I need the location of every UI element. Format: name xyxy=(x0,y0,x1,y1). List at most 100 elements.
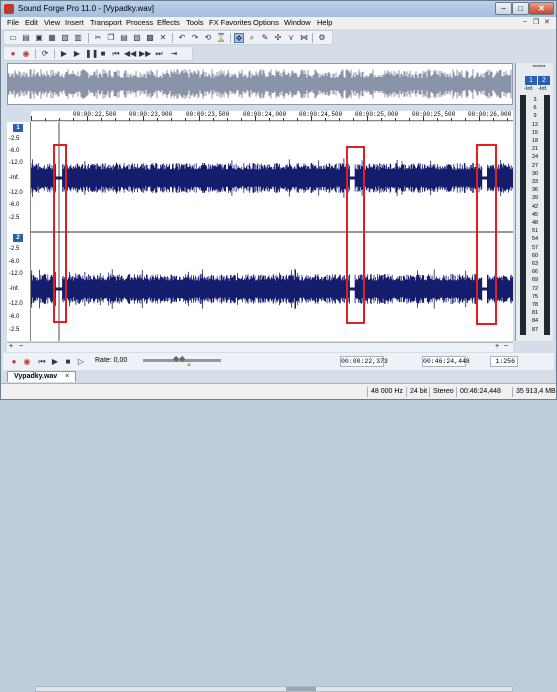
menu-tools[interactable]: Tools xyxy=(186,18,204,27)
stop-icon[interactable]: ■ xyxy=(63,357,73,367)
paste-icon[interactable]: ▤ xyxy=(119,33,129,43)
snap-icon[interactable]: ⋈ xyxy=(299,33,309,43)
rewind-icon[interactable]: ◀◀ xyxy=(124,49,136,59)
meter-scale-label: 69 xyxy=(531,277,539,284)
mdi-minimize-button[interactable]: – xyxy=(523,18,527,25)
meter-scale-label: 54 xyxy=(531,236,539,243)
go-to-start-icon[interactable]: ⏮ xyxy=(37,357,47,367)
scrollbar-thumb[interactable] xyxy=(286,687,316,691)
open-file-icon[interactable]: ▤ xyxy=(21,33,31,43)
forward-icon[interactable]: ▶▶ xyxy=(139,49,151,59)
meter-channel-1-button[interactable]: 1 xyxy=(525,76,537,85)
arm-record-icon[interactable]: ◉ xyxy=(21,49,31,59)
record-icon[interactable]: ● xyxy=(9,357,19,367)
toolbar-separator xyxy=(172,33,173,43)
loop-icon[interactable]: ⟳ xyxy=(40,49,50,59)
ruler-label: 00:00:23,500 xyxy=(186,111,230,118)
menu-process[interactable]: Process xyxy=(126,18,153,27)
pause-icon[interactable]: ❚❚ xyxy=(85,49,98,59)
close-window-button[interactable]: ✕ xyxy=(529,2,554,15)
channel-2-badge[interactable]: 2 xyxy=(13,234,23,242)
scale-label: -12.0 xyxy=(9,301,23,307)
play-all-icon[interactable]: ▶ xyxy=(59,49,69,59)
window-title: Sound Forge Pro 11.0 - [Vypadky.wav] xyxy=(18,4,154,13)
peak-left: -Inf. xyxy=(524,86,534,92)
ruler-label: 00:00:24,000 xyxy=(243,111,287,118)
cursor-position-field[interactable]: 00:00:22,373 xyxy=(340,356,388,367)
settings-icon[interactable]: ⚙ xyxy=(317,33,327,43)
magnify-tool-icon[interactable]: ⌕ xyxy=(247,33,257,43)
dropout-highlight-box xyxy=(476,144,497,325)
save-icon[interactable]: ▣ xyxy=(34,33,44,43)
cut-icon[interactable]: ✂ xyxy=(93,33,103,43)
mdi-restore-button[interactable]: ❐ xyxy=(533,18,539,26)
zoom-in-icon[interactable]: + xyxy=(9,343,13,350)
ruler-tick xyxy=(45,118,46,121)
menu-options[interactable]: Options xyxy=(253,18,279,27)
play-icon[interactable]: ▶ xyxy=(50,357,60,367)
undo-icon[interactable]: ↶ xyxy=(177,33,187,43)
new-file-icon[interactable]: ▭ xyxy=(8,33,18,43)
rate-slider-handle-icon[interactable]: ◆◆ xyxy=(173,354,185,363)
horizontal-scrollbar[interactable] xyxy=(35,686,513,692)
zoom-out-right-icon[interactable]: − xyxy=(504,343,508,350)
menu-window[interactable]: Window xyxy=(284,18,311,27)
save-as-icon[interactable]: ▦ xyxy=(47,33,57,43)
menu-insert[interactable]: Insert xyxy=(65,18,84,27)
arm-icon[interactable]: ◉ xyxy=(22,357,32,367)
trim-icon[interactable]: ▩ xyxy=(145,33,155,43)
menu-edit[interactable]: Edit xyxy=(25,18,38,27)
meter-scale-label: 57 xyxy=(531,244,539,251)
mix-icon[interactable]: ▨ xyxy=(132,33,142,43)
event-tool-icon[interactable]: ✣ xyxy=(273,33,283,43)
go-to-start-icon[interactable]: ⏮ xyxy=(111,49,121,59)
menu-help[interactable]: Help xyxy=(317,18,332,27)
scale-label: -12.0 xyxy=(9,190,23,196)
zoom-ratio-field[interactable]: 1:256 xyxy=(490,356,518,367)
play-icon[interactable]: ▶ xyxy=(72,49,82,59)
ruler-tick xyxy=(465,118,466,121)
tab-vypadky[interactable]: Vypadky.wav × xyxy=(7,371,77,382)
zoom-in-right-icon[interactable]: + xyxy=(495,343,499,350)
maximize-button[interactable]: □ xyxy=(512,2,529,15)
menu-transport[interactable]: Transport xyxy=(90,18,122,27)
play-looped-icon[interactable]: ▷ xyxy=(76,357,86,367)
repeat-icon[interactable]: ⟲ xyxy=(203,33,213,43)
delete-icon[interactable]: ✕ xyxy=(158,33,168,43)
envelope-tool-icon[interactable]: ⋎ xyxy=(286,33,296,43)
scale-label: -6.0 xyxy=(9,259,20,265)
channel-1-badge[interactable]: 1 xyxy=(13,124,23,132)
meter-scale-label: 51 xyxy=(531,228,539,235)
menu-effects[interactable]: Effects xyxy=(157,18,180,27)
meter-scale-label: 66 xyxy=(531,269,539,276)
edit-tool-icon[interactable]: ✥ xyxy=(234,33,244,43)
scrub-icon[interactable]: ⇥ xyxy=(169,49,179,59)
mdi-close-button[interactable]: ✕ xyxy=(544,18,550,26)
menu-file[interactable]: File xyxy=(7,18,19,27)
properties-icon[interactable]: ▥ xyxy=(73,33,83,43)
ruler-tick xyxy=(129,118,130,121)
go-to-end-icon[interactable]: ⏭ xyxy=(154,49,164,59)
tab-close-icon[interactable]: × xyxy=(65,373,69,380)
record-icon[interactable]: ● xyxy=(8,49,18,59)
waveform-display[interactable] xyxy=(31,122,513,341)
time-ruler[interactable]: 00:00:22,500 00:00:23,000 00:00:23,500 0… xyxy=(31,111,513,121)
ruler-tick xyxy=(87,116,88,121)
ruler-label: 00:00:24,500 xyxy=(299,111,343,118)
document-tabs: Vypadky.wav × xyxy=(3,371,554,382)
pencil-tool-icon[interactable]: ✎ xyxy=(260,33,270,43)
meter-channel-2-button[interactable]: 2 xyxy=(538,76,550,85)
minimize-button[interactable]: – xyxy=(495,2,512,15)
copy-icon[interactable]: ❐ xyxy=(106,33,116,43)
ruler-label: 00:00:23,000 xyxy=(129,111,173,118)
zoom-out-icon[interactable]: − xyxy=(19,343,23,350)
overview-bar[interactable] xyxy=(7,63,513,105)
status-channels: Stereo xyxy=(429,387,454,397)
menu-fx-favorites[interactable]: FX Favorites xyxy=(209,18,252,27)
menu-view[interactable]: View xyxy=(44,18,60,27)
toolbar-separator xyxy=(88,33,89,43)
redo-icon[interactable]: ↷ xyxy=(190,33,200,43)
render-icon[interactable]: ▧ xyxy=(60,33,70,43)
stop-icon[interactable]: ■ xyxy=(98,49,108,59)
undo-history-icon[interactable]: ⌛ xyxy=(216,33,226,43)
